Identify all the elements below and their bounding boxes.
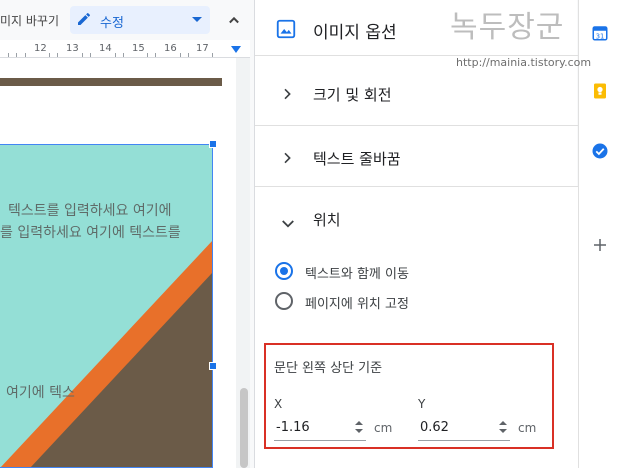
chevron-up-icon[interactable] [224, 10, 244, 34]
y-offset-input[interactable] [418, 415, 488, 439]
section-position-label: 위치 [313, 211, 341, 229]
spinner-icon[interactable] [354, 419, 364, 439]
ruler-tick [155, 53, 156, 57]
section-position: 위치 텍스트와 함께 이동 페이지에 위치 고정 문단 왼쪽 상단 기준 X c… [255, 186, 578, 468]
ruler-tick [212, 53, 213, 57]
ruler-number: 15 [132, 43, 145, 54]
image-icon [275, 18, 297, 44]
image-text-line: 텍스트를 입력하세요 여기에 [8, 203, 172, 219]
ruler-number: 16 [164, 43, 177, 54]
right-indent-marker[interactable] [231, 46, 241, 53]
ruler-tick [188, 53, 189, 57]
document-scrollbar[interactable] [240, 388, 248, 468]
pencil-icon [76, 11, 92, 31]
ruler-tick [147, 53, 148, 57]
ruler-tick [57, 53, 58, 57]
ruler-tick [25, 53, 26, 57]
x-offset-input[interactable] [274, 415, 344, 439]
ruler-tick [8, 53, 9, 57]
ruler-number: 17 [196, 43, 209, 54]
selected-image[interactable]: 텍스트를 입력하세요 여기에 를 입력하세요 여기에 텍스트를 여기에 텍스 [0, 144, 213, 468]
radio-move-with-text-label: 텍스트와 함께 이동 [305, 267, 409, 282]
header-image-strip [0, 78, 222, 86]
replace-image-button[interactable]: 미지 바꾸기 [0, 12, 59, 29]
ruler-tick [180, 53, 181, 57]
ruler-tick [115, 53, 116, 57]
image-text-line: 를 입력하세요 여기에 텍스트를 [0, 225, 181, 241]
spinner-icon[interactable] [498, 419, 508, 439]
tasks-icon[interactable] [591, 142, 609, 164]
resize-handle[interactable] [209, 140, 217, 148]
ruler-number: 12 [34, 43, 47, 54]
y-offset-label: Y [418, 397, 426, 411]
keep-icon[interactable] [591, 82, 609, 104]
panel-title: 이미지 옵션 [313, 23, 397, 43]
x-offset-field[interactable] [274, 415, 366, 441]
ruler-tick [90, 53, 91, 57]
image-text-line: 여기에 텍스 [6, 385, 75, 401]
document-area: 미지 바꾸기 수정 12 13 14 15 16 17 텍스트를 입력하세요 여… [0, 0, 250, 468]
side-apps-strip: 31 [578, 0, 620, 468]
radio-move-with-text[interactable]: 텍스트와 함께 이동 [275, 261, 555, 283]
watermark-logo: 녹두장군 [450, 10, 565, 45]
chevron-right-icon [279, 150, 295, 170]
y-offset-unit: cm [518, 421, 537, 435]
image-toolbar: 미지 바꾸기 수정 [0, 0, 250, 40]
ruler: 12 13 14 15 16 17 [0, 40, 250, 58]
section-size-rotation[interactable]: 크기 및 회전 [255, 62, 578, 126]
radio-fix-on-page-label: 페이지에 위치 고정 [305, 297, 409, 312]
x-offset-unit: cm [374, 421, 393, 435]
image-graphic [0, 144, 213, 468]
x-offset-label: X [274, 397, 283, 411]
ruler-number: 14 [99, 43, 112, 54]
plus-icon[interactable] [591, 236, 609, 258]
offset-highlight-box: 문단 왼쪽 상단 기준 X cm Y cm [264, 343, 554, 449]
ruler-number: 13 [66, 43, 79, 54]
radio-button-selected[interactable] [275, 262, 293, 280]
y-offset-field[interactable] [418, 415, 510, 441]
resize-handle[interactable] [209, 362, 217, 370]
ruler-tick [123, 53, 124, 57]
radio-button[interactable] [275, 292, 293, 310]
ruler-tick [82, 53, 83, 57]
editing-mode-select[interactable]: 수정 [70, 6, 210, 34]
watermark-url: http://mainia.tistory.com [456, 56, 592, 69]
calendar-icon[interactable]: 31 [591, 24, 609, 46]
section-size-rotation-label: 크기 및 회전 [313, 86, 392, 104]
chevron-right-icon [279, 86, 295, 106]
radio-fix-on-page[interactable]: 페이지에 위치 고정 [275, 291, 555, 313]
chevron-down-icon[interactable] [279, 215, 297, 237]
offset-reference-label: 문단 왼쪽 상단 기준 [274, 361, 383, 376]
image-options-panel: 이미지 옵션 크기 및 회전 텍스트 줄바꿈 위치 텍스트와 함께 이동 페이지… [254, 0, 578, 468]
svg-text:31: 31 [596, 32, 605, 40]
section-text-wrap[interactable]: 텍스트 줄바꿈 [255, 126, 578, 190]
ruler-tick [16, 53, 17, 57]
ruler-tick [49, 53, 50, 57]
caret-down-icon [192, 17, 202, 22]
document-page: 텍스트를 입력하세요 여기에 를 입력하세요 여기에 텍스트를 여기에 텍스 [0, 58, 236, 468]
section-text-wrap-label: 텍스트 줄바꿈 [313, 150, 401, 168]
editing-mode-label: 수정 [100, 16, 124, 31]
